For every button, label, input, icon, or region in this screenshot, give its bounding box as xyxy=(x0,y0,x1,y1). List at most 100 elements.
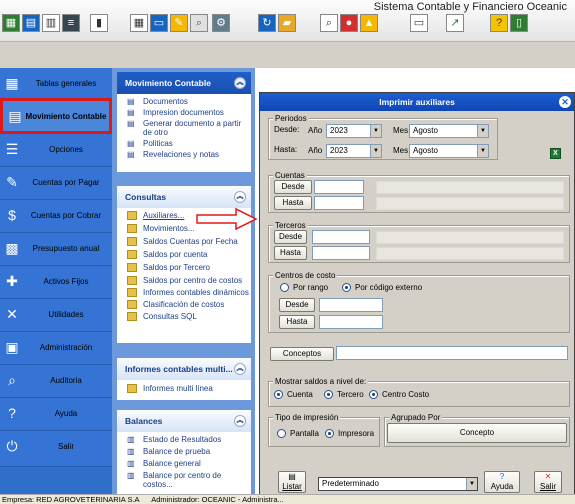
nav-item-administracion[interactable]: ▣ Administración xyxy=(0,332,112,365)
print-icon: ▤ xyxy=(127,108,135,117)
task-saldos-cuentas-fecha[interactable]: Saldos Cuentas por Fecha xyxy=(117,237,251,246)
group-header[interactable]: Movimiento Contable ︽ xyxy=(117,72,251,94)
ayuda-button[interactable]: ? Ayuda xyxy=(484,471,520,493)
pantalla-label: Pantalla xyxy=(290,429,319,438)
cuentas-hasta-input[interactable] xyxy=(314,196,364,210)
template-select[interactable]: Predeterminado ▼ xyxy=(318,477,478,491)
task-impresion-documentos[interactable]: ▤ Impresion documentos xyxy=(117,108,251,117)
group-header[interactable]: Informes contables multi... ︽ xyxy=(117,358,251,380)
cuentas-desde-input[interactable] xyxy=(314,180,364,194)
stop-icon[interactable]: ● xyxy=(340,14,358,32)
report-icon[interactable]: ≡ xyxy=(62,14,80,32)
dialog-titlebar[interactable]: Imprimir auxiliares ✕ xyxy=(260,93,574,111)
terceros-hasta-button[interactable]: Hasta xyxy=(274,246,307,260)
task-generar-documento[interactable]: ▤ Generar documento a partir de otro xyxy=(117,119,251,137)
group-movimiento-contable: Movimiento Contable ︽ ▤ Documentos ▤ Impre… xyxy=(117,72,251,172)
task-saldos-centro-costos[interactable]: Saldos por centro de costos xyxy=(117,276,251,285)
task-clasificacion-costos[interactable]: Clasificación de costos xyxy=(117,300,251,309)
calendar-icon[interactable]: ▦ xyxy=(130,14,148,32)
por-codigo-externo-label: Por código externo xyxy=(355,283,423,292)
barchart-icon[interactable]: ▮ xyxy=(90,14,108,32)
grid-icon[interactable]: ▦ xyxy=(2,14,20,32)
group-header[interactable]: Balances ︽ xyxy=(117,410,251,432)
lock-icon[interactable]: ▲ xyxy=(360,14,378,32)
task-informes-dinamicos[interactable]: Informes contables dinámicos xyxy=(117,288,251,297)
document-icon: ▤ xyxy=(127,139,135,148)
conceptos-button[interactable]: Conceptos xyxy=(270,347,334,361)
exit-icon[interactable]: ▯ xyxy=(510,14,528,32)
monitor-icon[interactable]: ▭ xyxy=(410,14,428,32)
excel-export-icon[interactable]: X xyxy=(550,148,561,159)
collapse-icon[interactable]: ︽ xyxy=(234,415,246,427)
impresora-radio[interactable] xyxy=(325,429,334,438)
task-saldos-por-cuenta[interactable]: Saldos por cuenta xyxy=(117,250,251,259)
task-consultas-sql[interactable]: Consultas SQL xyxy=(117,312,251,321)
hasta-ano-select[interactable]: 2023 ▼ xyxy=(326,144,382,158)
listar-button[interactable]: ▤ Listar xyxy=(278,471,306,493)
centros-desde-button[interactable]: Desde xyxy=(279,298,315,312)
agrupado-concepto-button[interactable]: Concepto xyxy=(387,423,567,443)
tools-icon: ✕ xyxy=(6,306,18,322)
search-icon[interactable]: ⌕ xyxy=(190,14,208,32)
desde-ano-select[interactable]: 2023 ▼ xyxy=(326,124,382,138)
centros-hasta-button[interactable]: Hasta xyxy=(279,315,315,329)
nav-item-cuentas-por-pagar[interactable]: ✎ Cuentas por Pagar xyxy=(0,167,112,200)
document-icon[interactable]: ▥ xyxy=(42,14,60,32)
por-rango-radio[interactable] xyxy=(280,283,289,292)
conceptos-input[interactable] xyxy=(336,346,568,360)
chart-icon[interactable]: ↗ xyxy=(446,14,464,32)
nav-item-tablas-generales[interactable]: ▦ Tablas generales xyxy=(0,68,112,101)
nivel-tercero-radio[interactable] xyxy=(324,390,333,399)
table-icon[interactable]: ▤ xyxy=(22,14,40,32)
task-saldos-por-tercero[interactable]: Saldos por Tercero xyxy=(117,263,251,272)
edit-icon[interactable]: ✎ xyxy=(170,14,188,32)
task-politicas[interactable]: ▤ Politicas xyxy=(117,139,251,148)
task-documentos[interactable]: ▤ Documentos xyxy=(117,97,251,106)
nav-item-salir[interactable]: ⏻ Salir xyxy=(0,431,112,467)
tables-icon: ▦ xyxy=(5,75,19,91)
centros-hasta-input[interactable] xyxy=(319,315,383,329)
folder-icon[interactable]: ▰ xyxy=(278,14,296,32)
nav-item-ayuda[interactable]: ? Ayuda xyxy=(0,398,112,431)
cuentas-desde-button[interactable]: Desde xyxy=(274,180,312,194)
centros-desde-input[interactable] xyxy=(319,298,383,312)
collapse-icon[interactable]: ︽ xyxy=(234,363,246,375)
terceros-hasta-input[interactable] xyxy=(312,246,370,260)
chevron-down-icon: ▼ xyxy=(466,478,477,490)
close-icon[interactable]: ✕ xyxy=(559,96,571,108)
task-balance-centro-costos[interactable]: ▥ Balance por centro de costos... xyxy=(117,471,251,489)
nav-item-auditoria[interactable]: ⌕ Auditoria xyxy=(0,365,112,398)
salir-button[interactable]: ✕ Salir xyxy=(534,471,562,493)
group-header[interactable]: Consultas ︽ xyxy=(117,186,251,208)
document-icon: ▤ xyxy=(127,150,135,159)
terceros-desde-button[interactable]: Desde xyxy=(274,230,307,244)
desde-label: Desde: xyxy=(274,125,300,134)
task-balance-prueba[interactable]: ▥ Balance de prueba xyxy=(117,447,251,456)
print-icon[interactable]: ▭ xyxy=(150,14,168,32)
desde-mes-select[interactable]: Agosto ▼ xyxy=(409,124,489,138)
task-revelaciones[interactable]: ▤ Revelaciones y notas xyxy=(117,150,251,159)
help-icon[interactable]: ? xyxy=(490,14,508,32)
task-balance-general[interactable]: ▥ Balance general xyxy=(117,459,251,468)
folder-icon xyxy=(127,276,137,285)
collapse-icon[interactable]: ︽ xyxy=(234,77,246,89)
task-estado-resultados[interactable]: ▥ Estado de Resultados xyxy=(117,435,251,444)
terceros-desde-input[interactable] xyxy=(312,230,370,244)
pantalla-radio[interactable] xyxy=(277,429,286,438)
settings-icon[interactable]: ⚙ xyxy=(212,14,230,32)
hasta-mes-select[interactable]: Agosto ▼ xyxy=(409,144,489,158)
refresh-icon[interactable]: ↻ xyxy=(258,14,276,32)
nav-item-presupuesto-anual[interactable]: ▩ Presupuesto anual xyxy=(0,233,112,266)
cuentas-hasta-button[interactable]: Hasta xyxy=(274,196,312,210)
nav-item-cuentas-por-cobrar[interactable]: $ Cuentas por Cobrar xyxy=(0,200,112,233)
nav-item-movimiento-contable[interactable]: ▤ Movimiento Contable xyxy=(0,98,112,134)
nivel-centro-costo-radio[interactable] xyxy=(369,390,378,399)
nav-item-activos-fijos[interactable]: ✚ Activos Fijos xyxy=(0,266,112,299)
collapse-icon[interactable]: ︽ xyxy=(234,191,246,203)
por-codigo-externo-radio[interactable] xyxy=(342,283,351,292)
nivel-cuenta-radio[interactable] xyxy=(274,390,283,399)
nav-item-utilidades[interactable]: ✕ Utilidades xyxy=(0,299,112,332)
task-informes-multi-linea[interactable]: Informes multi línea xyxy=(117,384,251,393)
search-doc-icon[interactable]: ⌕ xyxy=(320,14,338,32)
nav-item-opciones[interactable]: ☰ Opciones xyxy=(0,134,112,167)
